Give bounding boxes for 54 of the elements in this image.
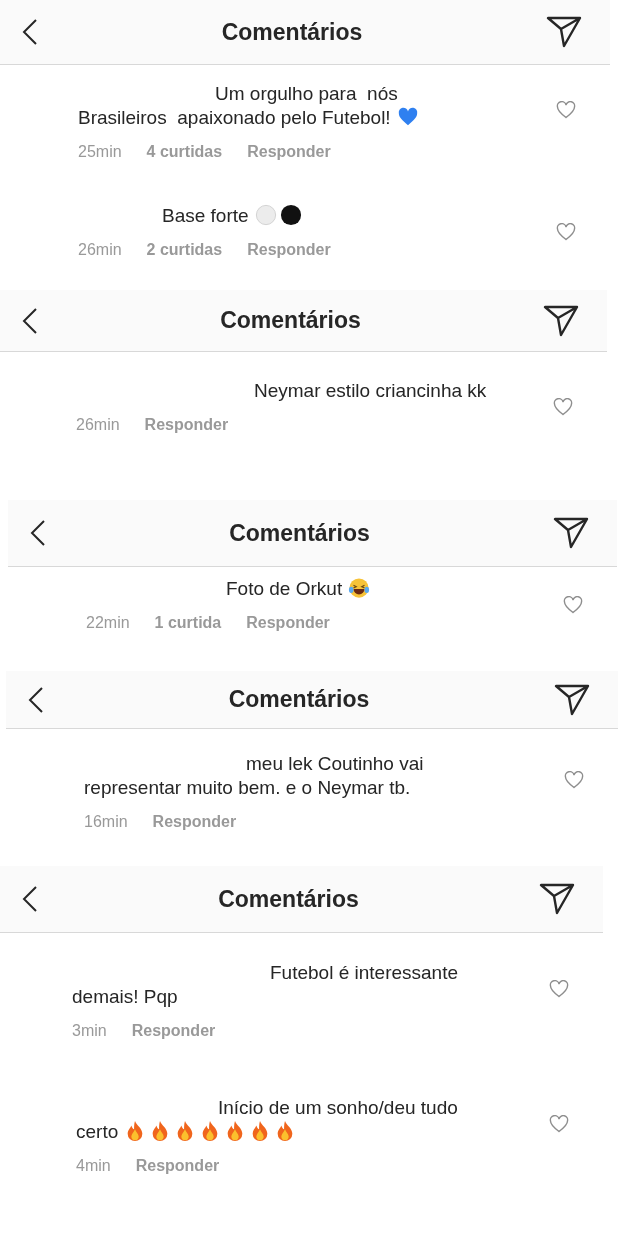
- circle-emoji-icon: [254, 204, 277, 226]
- comment-text: Brasileiros apaixonado pelo Futebol!: [78, 107, 391, 128]
- like-heart-icon[interactable]: [549, 1115, 569, 1133]
- reply-link[interactable]: Responder: [247, 142, 331, 162]
- comment-text: meu lek Coutinho vai: [246, 753, 424, 774]
- comment-text: Base forte: [162, 205, 249, 226]
- like-heart-icon[interactable]: [556, 223, 576, 241]
- reply-link[interactable]: Responder: [144, 415, 229, 435]
- send-icon[interactable]: [543, 303, 579, 338]
- screen-title: Comentários: [229, 519, 370, 547]
- likes-link[interactable]: 1 curtida: [154, 613, 222, 633]
- comment-text: representar muito bem. e o Neymar tb.: [84, 777, 411, 798]
- send-icon[interactable]: [546, 15, 582, 49]
- likes-link[interactable]: 2 curtidas: [146, 240, 223, 260]
- like-heart-icon[interactable]: [563, 596, 583, 614]
- like-heart-icon[interactable]: [564, 771, 584, 789]
- screen-title: Comentários: [220, 307, 361, 334]
- reply-link[interactable]: Responder: [131, 1021, 216, 1041]
- comment-time: 16min: [84, 812, 128, 832]
- comment-text: Neymar estilo criancinha kk: [254, 380, 487, 401]
- circle-emoji-icon: [279, 204, 302, 226]
- comment-text: certo: [76, 1121, 119, 1142]
- comment-time: 3min: [72, 1021, 107, 1041]
- like-heart-icon[interactable]: [553, 398, 573, 416]
- like-heart-icon[interactable]: [556, 101, 576, 119]
- comment-text: Um orgulho para nós: [215, 83, 398, 104]
- back-icon[interactable]: [22, 306, 38, 335]
- send-icon[interactable]: [554, 682, 590, 717]
- screen-title: Comentários: [221, 18, 363, 46]
- comment-time: 22min: [86, 613, 130, 633]
- comment-time: 4min: [76, 1156, 111, 1176]
- heart-emoji-icon: [396, 106, 419, 128]
- send-icon[interactable]: [539, 882, 575, 916]
- back-icon[interactable]: [28, 685, 44, 714]
- send-icon[interactable]: [553, 516, 589, 550]
- laughing-emoji-icon: [348, 577, 371, 599]
- back-icon[interactable]: [30, 519, 46, 547]
- reply-link[interactable]: Responder: [247, 240, 331, 260]
- reply-link[interactable]: Responder: [152, 812, 237, 832]
- comment-text: Futebol é interessante: [270, 962, 458, 983]
- comment-time: 26min: [78, 240, 122, 260]
- comment-time: 25min: [78, 142, 122, 162]
- back-icon[interactable]: [22, 18, 38, 46]
- reply-link[interactable]: Responder: [135, 1156, 220, 1176]
- likes-link[interactable]: 4 curtidas: [146, 142, 223, 162]
- comment-text: demais! Pqp: [72, 986, 178, 1007]
- comment-text: Início de um sonho/deu tudo: [218, 1097, 458, 1118]
- reply-link[interactable]: Responder: [246, 613, 330, 633]
- like-heart-icon[interactable]: [549, 980, 569, 998]
- comment-text: Foto de Orkut: [226, 578, 343, 599]
- screen-title: Comentários: [218, 885, 359, 913]
- back-icon[interactable]: [22, 885, 38, 913]
- screen-title: Comentários: [228, 686, 370, 713]
- comment-time: 26min: [76, 415, 120, 435]
